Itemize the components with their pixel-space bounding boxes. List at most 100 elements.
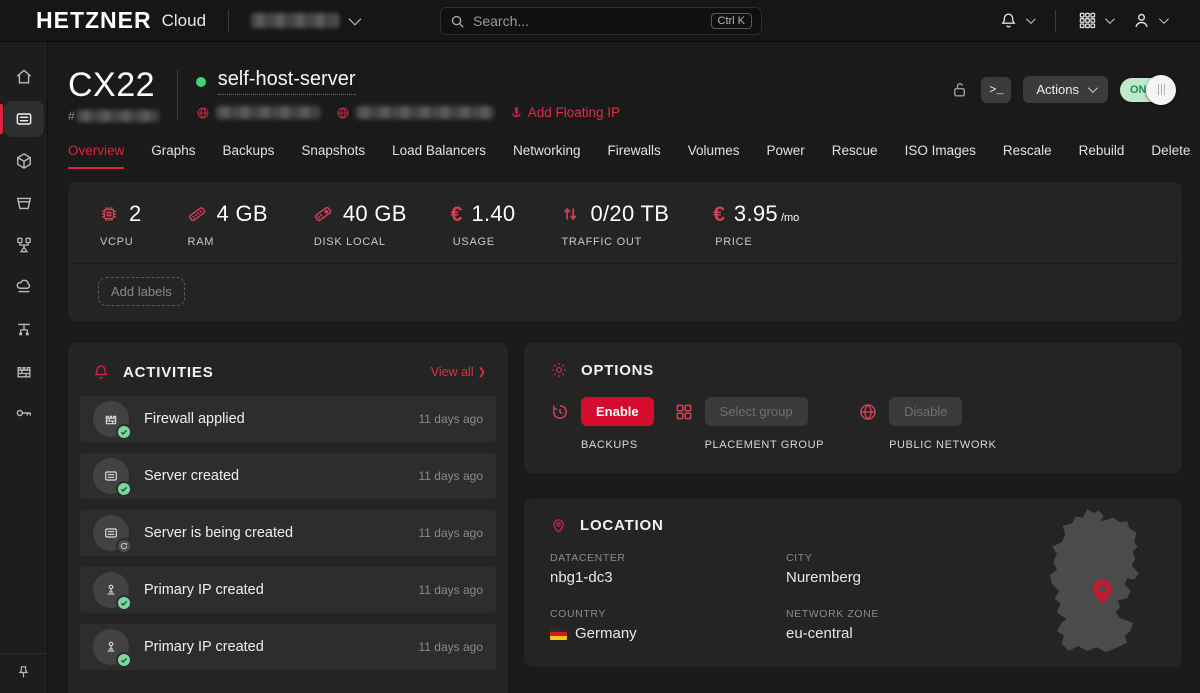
stat-vcpu: 2 VCPU (98, 201, 142, 248)
sidebar-item-load-balancers[interactable] (0, 224, 48, 266)
hetzner-cloud-console: HETZNER Cloud Ctrl K (0, 0, 1200, 693)
search-input[interactable] (473, 13, 711, 29)
tab-iso-images[interactable]: ISO Images (905, 143, 976, 169)
tab-delete[interactable]: Delete (1151, 143, 1190, 169)
disable-public-network-button[interactable]: Disable (889, 397, 962, 426)
server-id-prefix: # (68, 109, 75, 123)
stat-value: 2 (129, 201, 142, 227)
tab-volumes[interactable]: Volumes (688, 143, 740, 169)
apps-menu[interactable] (1070, 7, 1120, 34)
activity-row[interactable]: Firewall applied 11 days ago (80, 396, 496, 442)
add-labels-button[interactable]: Add labels (98, 277, 185, 306)
field-label: DATACENTER (550, 552, 786, 564)
server-type-block: CX22 # (68, 68, 159, 123)
stat-value: 4 GB (217, 201, 268, 227)
labels-row: Add labels (68, 264, 1182, 321)
activity-title: Server is being created (144, 525, 293, 541)
running-sync-badge (116, 538, 132, 554)
tab-firewalls[interactable]: Firewalls (607, 143, 660, 169)
field-label: COUNTRY (550, 608, 786, 620)
sidebar-item-firewalls[interactable] (0, 350, 48, 392)
hetzner-logo[interactable]: HETZNER (36, 7, 152, 34)
power-toggle[interactable]: ON (1120, 78, 1172, 102)
globe-icon (858, 402, 878, 422)
tab-snapshots[interactable]: Snapshots (301, 143, 365, 169)
tab-rebuild[interactable]: Rebuild (1079, 143, 1125, 169)
backup-history-icon (550, 402, 570, 422)
primary-ip-icon (103, 639, 119, 655)
field-datacenter: DATACENTER nbg1-dc3 (550, 552, 786, 586)
home-icon (14, 67, 34, 87)
sidebar-item-storage[interactable] (0, 182, 48, 224)
sidebar-item-images[interactable] (0, 140, 48, 182)
divider (1055, 10, 1056, 32)
success-check-badge (116, 652, 132, 668)
location-panel: LOCATION DATACENTER nbg1-dc3 CITY Nuremb… (524, 499, 1182, 667)
sidebar-item-security-keys[interactable] (0, 392, 48, 434)
sidebar-item-networks[interactable] (0, 308, 48, 350)
tab-backups[interactable]: Backups (223, 143, 275, 169)
toggle-handle[interactable] (1146, 75, 1176, 105)
stat-value: 40 GB (343, 201, 407, 227)
divider (228, 10, 229, 32)
stat-value: 1.40 (471, 201, 515, 227)
select-placement-group-button[interactable]: Select group (705, 397, 808, 426)
view-all-link[interactable]: View all ❯ (431, 365, 486, 379)
field-value: Germany (575, 625, 637, 642)
stat-label: TRAFFIC OUT (561, 236, 669, 248)
sidebar-item-servers[interactable] (0, 98, 48, 140)
project-selector[interactable] (251, 13, 358, 28)
activity-avatar (93, 629, 129, 665)
bucket-icon (14, 193, 34, 213)
bell-icon (92, 363, 110, 381)
activity-avatar (93, 515, 129, 551)
tab-overview[interactable]: Overview (68, 143, 124, 169)
option-public-network: Disable PUBLIC NETWORK (858, 397, 996, 451)
option-backups: Enable BACKUPS (550, 397, 654, 451)
ipv6-address[interactable] (336, 106, 494, 120)
add-floating-ip-link[interactable]: Add Floating IP (510, 105, 620, 120)
primary-ip-icon (103, 582, 119, 598)
field-country: COUNTRY Germany (550, 608, 786, 642)
tab-graphs[interactable]: Graphs (151, 143, 195, 169)
unlock-button[interactable] (950, 80, 969, 99)
search-shortcut-badge: Ctrl K (711, 13, 753, 29)
console-button[interactable]: >_ (981, 77, 1011, 103)
stat-label: USAGE (453, 236, 516, 248)
chevron-right-icon: ❯ (478, 367, 486, 378)
activities-list: Firewall applied 11 days ago Server crea… (80, 396, 496, 670)
notifications-menu[interactable] (991, 7, 1041, 34)
server-name-editable[interactable]: self-host-server (218, 68, 356, 95)
tab-load-balancers[interactable]: Load Balancers (392, 143, 486, 169)
enable-backups-button[interactable]: Enable (581, 397, 654, 426)
tab-power[interactable]: Power (767, 143, 805, 169)
activity-title: Server created (144, 468, 239, 484)
tab-rescue[interactable]: Rescue (832, 143, 878, 169)
sidebar-item-home[interactable] (0, 56, 48, 98)
server-name-block: self-host-server Add Floating IP (196, 68, 620, 120)
activity-row[interactable]: Server created 11 days ago (80, 453, 496, 499)
sidebar-pin-area[interactable] (0, 653, 48, 693)
stat-label: VCPU (100, 236, 142, 248)
global-search[interactable]: Ctrl K (440, 7, 762, 35)
sidebar-item-floating-ips[interactable] (0, 266, 48, 308)
project-name-redacted (251, 13, 339, 28)
tab-networking[interactable]: Networking (513, 143, 581, 169)
activity-avatar (93, 572, 129, 608)
tab-rescale[interactable]: Rescale (1003, 143, 1052, 169)
ipv4-address[interactable] (196, 106, 320, 120)
topbar-actions (991, 7, 1174, 34)
activity-row[interactable]: Primary IP created 11 days ago (80, 567, 496, 613)
globe-icon (196, 106, 210, 120)
chevron-down-icon (1026, 14, 1036, 24)
activity-row[interactable]: Server is being created 11 days ago (80, 510, 496, 556)
account-menu[interactable] (1124, 7, 1174, 34)
cloud-label: Cloud (162, 11, 206, 31)
actions-dropdown[interactable]: Actions (1023, 76, 1108, 103)
view-all-label: View all (431, 365, 474, 379)
cpu-icon (98, 203, 120, 225)
activity-row[interactable]: Primary IP created 11 days ago (80, 624, 496, 670)
server-id-redacted (77, 110, 159, 122)
chevron-down-icon (1088, 83, 1098, 93)
floating-ip-cloud-icon (14, 277, 34, 297)
